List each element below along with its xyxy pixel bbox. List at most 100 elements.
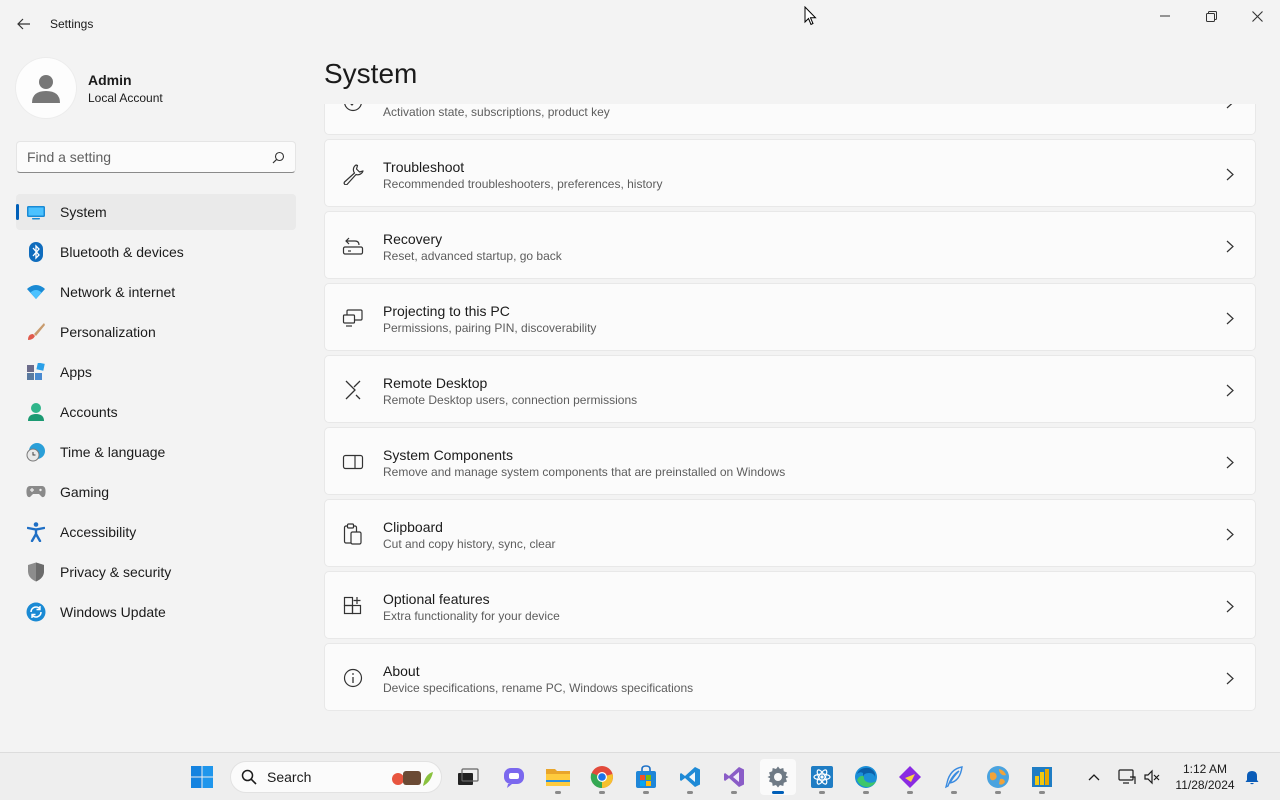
settings-item-subtitle: Cut and copy history, sync, clear <box>383 537 556 551</box>
task-view-button[interactable] <box>450 759 486 795</box>
running-indicator <box>1039 791 1045 794</box>
settings-item-system-components[interactable]: System Components Remove and manage syst… <box>324 427 1256 495</box>
taskbar-visual-studio[interactable] <box>716 759 752 795</box>
running-indicator <box>687 791 693 794</box>
wifi-icon <box>26 282 46 302</box>
profile-name: Admin <box>88 72 132 88</box>
taskbar-power-bi[interactable] <box>1024 759 1060 795</box>
close-button[interactable] <box>1234 0 1280 32</box>
sidebar-item-accessibility[interactable]: Accessibility <box>16 514 296 550</box>
clock-date: 11/28/2024 <box>1175 778 1235 792</box>
edge-icon <box>855 766 877 788</box>
taskbar-clock[interactable]: 1:12 AM 11/28/2024 <box>1170 761 1240 793</box>
settings-item-title: Projecting to this PC <box>383 303 510 319</box>
settings-search-input[interactable] <box>27 149 272 165</box>
settings-item-about[interactable]: About Device specifications, rename PC, … <box>324 643 1256 711</box>
app-title: Settings <box>50 17 94 31</box>
taskbar-atom-app[interactable] <box>804 759 840 795</box>
sidebar-item-system[interactable]: System <box>16 194 296 230</box>
settings-item-title: Remote Desktop <box>383 375 488 391</box>
settings-item-subtitle: Extra functionality for your device <box>383 609 560 623</box>
settings-item-title: Clipboard <box>383 519 443 535</box>
user-profile[interactable]: Admin Local Account <box>16 56 296 120</box>
sidebar-item-gaming[interactable]: Gaming <box>16 474 296 510</box>
running-indicator <box>599 791 605 794</box>
settings-search-box[interactable] <box>16 141 296 173</box>
settings-item-optional-features[interactable]: Optional features Extra functionality fo… <box>324 571 1256 639</box>
remote-desktop-icon <box>342 379 364 401</box>
title-bar: Settings <box>0 0 1280 48</box>
quick-settings-button[interactable] <box>1112 759 1166 795</box>
running-indicator <box>643 791 649 794</box>
minimize-button[interactable] <box>1142 0 1188 32</box>
sidebar-item-label: Accessibility <box>60 524 137 540</box>
profile-account-type: Local Account <box>88 91 163 105</box>
sidebar-item-label: Apps <box>60 364 92 380</box>
notifications-button[interactable] <box>1240 759 1264 795</box>
settings-content-scroll[interactable]: Activation state, subscriptions, product… <box>324 104 1256 752</box>
settings-item-title: About <box>383 663 420 679</box>
activation-icon <box>342 104 364 113</box>
avatar <box>16 58 76 118</box>
taskbar-globe-app[interactable] <box>980 759 1016 795</box>
restore-button[interactable] <box>1188 0 1234 32</box>
chevron-right-icon <box>1223 670 1237 686</box>
shield-icon <box>26 562 46 582</box>
search-icon <box>241 769 257 785</box>
chat-app-icon <box>504 768 524 788</box>
taskbar-search[interactable]: Search <box>230 761 442 793</box>
chevron-right-icon <box>1223 598 1237 614</box>
sidebar-item-apps[interactable]: Apps <box>16 354 296 390</box>
taskbar-search-label: Search <box>267 769 312 785</box>
network-status-icon <box>1118 769 1136 784</box>
wrench-icon <box>342 163 364 185</box>
taskbar-feather-app[interactable] <box>936 759 972 795</box>
settings-item-troubleshoot[interactable]: Troubleshoot Recommended troubleshooters… <box>324 139 1256 207</box>
taskbar-vscode[interactable] <box>672 759 708 795</box>
active-app-indicator <box>772 791 784 794</box>
vscode-icon <box>680 767 700 787</box>
taskbar-file-explorer[interactable] <box>540 759 576 795</box>
settings-item-activation[interactable]: Activation state, subscriptions, product… <box>324 104 1256 135</box>
sidebar-item-network[interactable]: Network & internet <box>16 274 296 310</box>
search-icon <box>272 151 285 163</box>
sidebar-item-label: Time & language <box>60 444 166 460</box>
close-icon <box>1251 10 1263 22</box>
taskbar-store[interactable] <box>628 759 664 795</box>
info-icon <box>342 667 364 689</box>
settings-item-title: Troubleshoot <box>383 159 465 175</box>
taskbar-edge[interactable] <box>848 759 884 795</box>
accounts-icon <box>26 402 46 422</box>
settings-item-recovery[interactable]: Recovery Reset, advanced startup, go bac… <box>324 211 1256 279</box>
task-view-icon <box>458 768 479 785</box>
sidebar-item-privacy-security[interactable]: Privacy & security <box>16 554 296 590</box>
chevron-right-icon <box>1223 382 1237 398</box>
settings-item-subtitle: Remote Desktop users, connection permiss… <box>383 393 638 407</box>
taskbar-settings[interactable] <box>760 759 796 795</box>
settings-item-clipboard[interactable]: Clipboard Cut and copy history, sync, cl… <box>324 499 1256 567</box>
components-icon <box>342 451 364 473</box>
speaker-muted-icon <box>1144 769 1160 785</box>
settings-item-subtitle: Reset, advanced startup, go back <box>383 249 562 263</box>
feather-app-icon <box>944 766 963 789</box>
user-silhouette-icon <box>32 75 60 103</box>
taskbar-chat-app[interactable] <box>496 759 532 795</box>
taskbar-chrome[interactable] <box>584 759 620 795</box>
settings-item-title: Recovery <box>383 231 443 247</box>
start-button[interactable] <box>184 759 220 795</box>
settings-item-projecting[interactable]: Projecting to this PC Permissions, pairi… <box>324 283 1256 351</box>
show-hidden-icons-button[interactable] <box>1082 759 1106 795</box>
sidebar-item-windows-update[interactable]: Windows Update <box>16 594 296 630</box>
settings-item-title: System Components <box>383 447 513 463</box>
sidebar-item-bluetooth[interactable]: Bluetooth & devices <box>16 234 296 270</box>
back-button[interactable] <box>10 12 38 36</box>
atom-app-icon <box>811 766 833 788</box>
chevron-right-icon <box>1223 310 1237 326</box>
sidebar-item-personalization[interactable]: Personalization <box>16 314 296 350</box>
sidebar-item-accounts[interactable]: Accounts <box>16 394 296 430</box>
taskbar-purple-app[interactable] <box>892 759 928 795</box>
settings-item-remote-desktop[interactable]: Remote Desktop Remote Desktop users, con… <box>324 355 1256 423</box>
taskbar: Search 1:12 AM 11/28/2024 <box>0 752 1280 800</box>
sidebar-item-time-language[interactable]: Time & language <box>16 434 296 470</box>
settings-list: Activation state, subscriptions, product… <box>324 104 1256 715</box>
